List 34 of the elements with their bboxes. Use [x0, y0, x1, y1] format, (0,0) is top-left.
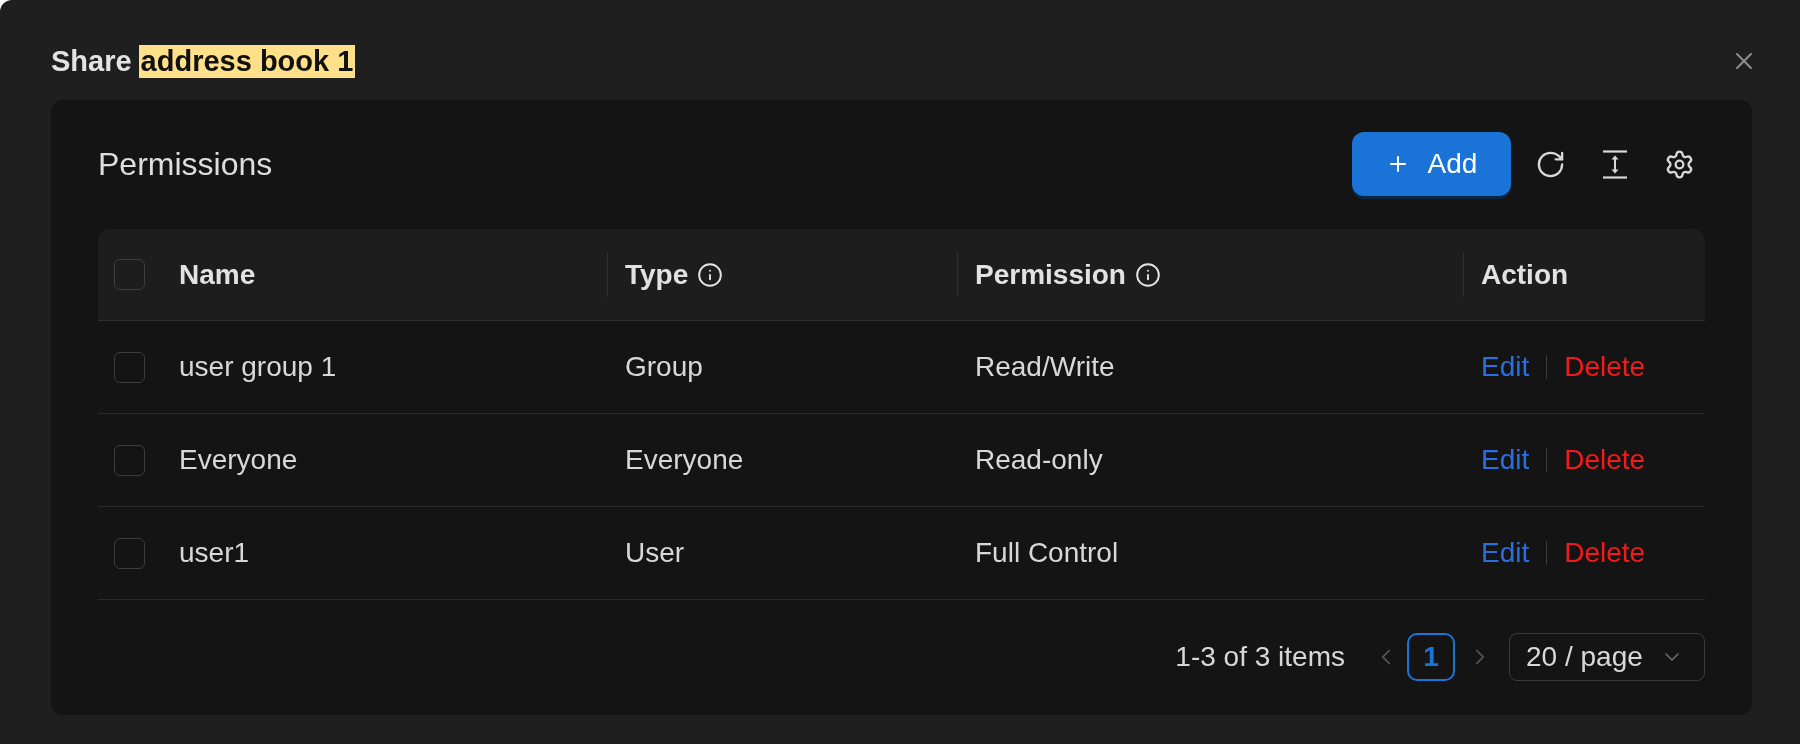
column-header: Name — [179, 257, 256, 292]
column-header: Permission — [975, 257, 1126, 292]
dialog-title: Share — [51, 44, 132, 78]
table-cell-text: Full Control — [975, 536, 1119, 570]
column-header: Type — [625, 257, 689, 292]
checkbox[interactable] — [114, 444, 145, 476]
table-cell-text: user1 — [179, 536, 250, 570]
page-button[interactable]: 1 — [1407, 633, 1455, 681]
checkbox[interactable] — [114, 259, 145, 290]
highlighted-name: address book 1 — [138, 44, 356, 78]
checkbox[interactable] — [114, 537, 145, 569]
table-cell-text: Everyone — [179, 443, 298, 477]
table-cell-text: Everyone — [625, 443, 744, 477]
table-cell-text: Group — [625, 350, 703, 384]
edit-link[interactable]: Edit — [1481, 439, 1530, 481]
edit-link[interactable]: Edit — [1481, 346, 1530, 388]
table-cell-text: Read/Write — [975, 350, 1115, 384]
delete-link[interactable]: Delete — [1564, 532, 1646, 574]
delete-link[interactable]: Delete — [1564, 346, 1646, 388]
row-height-icon[interactable] — [1603, 149, 1627, 179]
edit-link[interactable]: Edit — [1481, 532, 1530, 574]
table-cell-text: User — [625, 536, 685, 570]
settings-icon[interactable] — [1664, 148, 1695, 180]
page-size-select[interactable]: 20 / page — [1509, 633, 1705, 681]
add-button[interactable]: Add — [1352, 132, 1511, 196]
checkbox[interactable] — [114, 351, 145, 383]
panel-title: Permissions — [98, 145, 273, 184]
info-icon — [1134, 261, 1161, 288]
table-cell-text: Read-only — [975, 443, 1103, 477]
pagination-summary: 1-3 of 3 items — [1175, 640, 1345, 674]
table-cell-text: user group 1 — [179, 350, 337, 384]
delete-link[interactable]: Delete — [1564, 439, 1646, 481]
column-header: Action — [1481, 257, 1569, 292]
info-icon — [697, 261, 724, 288]
